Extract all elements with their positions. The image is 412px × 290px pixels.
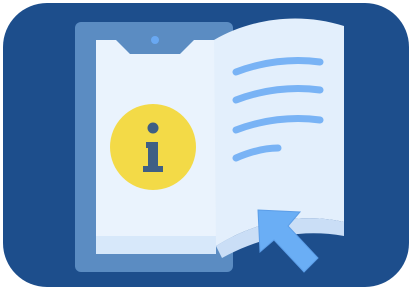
phone-screen-bottom [96,236,216,254]
info-manual-illustration [0,0,412,290]
info-glyph-dot [147,122,159,134]
info-manual-icon [3,3,409,287]
notch-dot [151,36,159,44]
